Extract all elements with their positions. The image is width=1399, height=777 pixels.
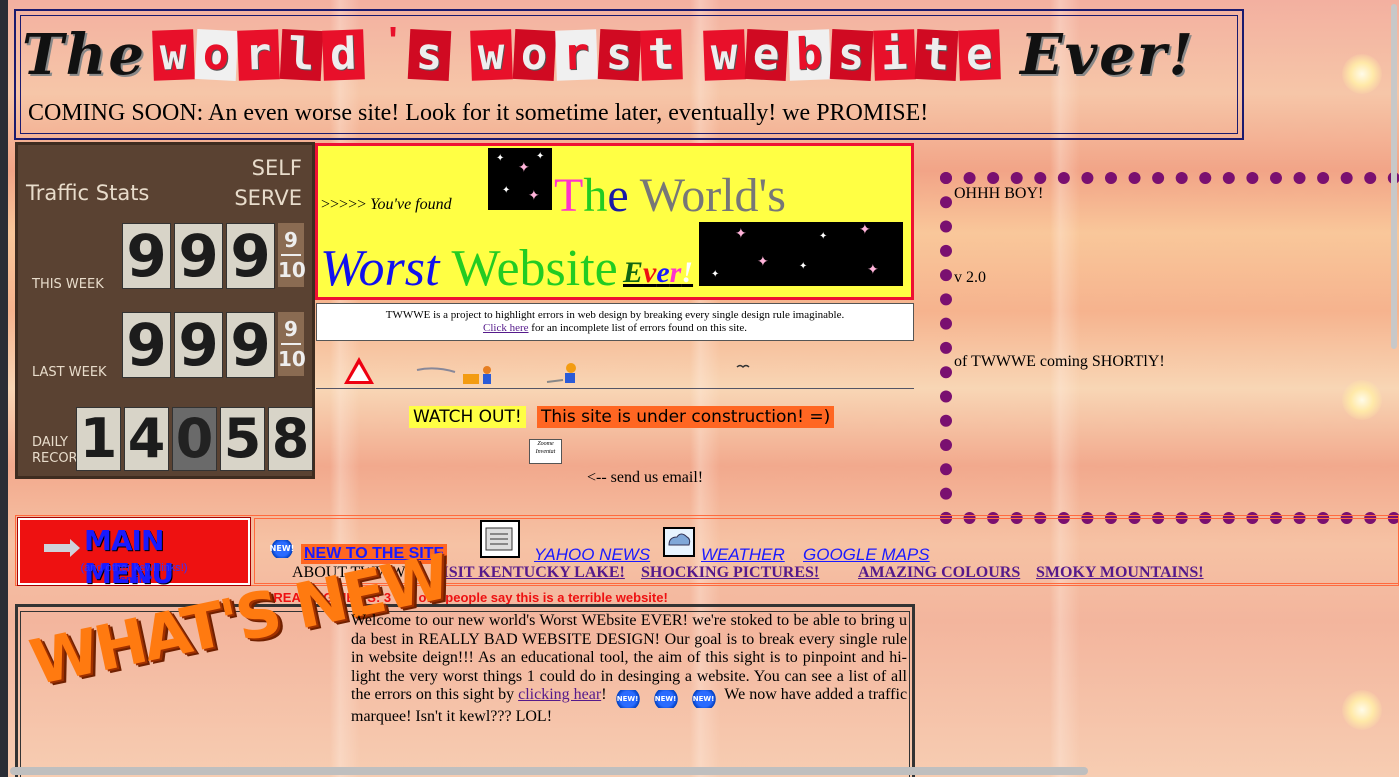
watch-out-label: WATCH OUT!: [409, 406, 526, 428]
construction-worker-icon: [416, 366, 491, 384]
last-week-label: LAST WEEK: [32, 365, 107, 380]
main-menu-button[interactable]: MAIN MENU (and other kewl links!) *smile…: [18, 518, 250, 590]
send-email-text: <-- send us email!: [587, 469, 704, 486]
announcement-line1: OHHH BOY!: [954, 185, 1044, 202]
nav-weather[interactable]: WEATHER: [701, 545, 785, 565]
divider: [316, 388, 914, 389]
sun-decoration: [1342, 54, 1382, 94]
nav-yahoo-news[interactable]: YAHOO NEWS: [534, 545, 650, 565]
arrow-right-icon: [44, 539, 80, 557]
found-text: >>>>> You've found: [321, 196, 452, 213]
warning-sign-icon: [344, 357, 374, 384]
logo-word-website: website: [702, 28, 1001, 82]
whats-new-text: Welcome to our new world's Worst WEbsite…: [351, 612, 908, 725]
dotted-announcement-box: [940, 172, 1399, 524]
title-banner: >>>>> You've found ✦ ✦ ✦ ✦ ✦ The World's Wor…: [315, 143, 914, 300]
title-line2: Worst Website: [320, 240, 618, 297]
nav-kentucky-lake[interactable]: VISIT KENTUCKY LAKE!: [431, 564, 625, 582]
weather-icon: [663, 527, 695, 557]
logo-word-s: s: [407, 28, 451, 82]
sparkle-image: ✦ ✦ ✦ ✦ ✦ ✦ ✦: [699, 222, 903, 286]
traffic-stats-panel: Traffic Stats SELF SERVE THIS WEEK 9 9 9…: [15, 142, 315, 479]
announcement-line2: v 2.0: [954, 269, 986, 286]
new-badge-icon: NEW!: [648, 690, 683, 708]
construction-worker-icon: [546, 363, 576, 383]
announcement-line3: of TWWWE coming SHORTlY!: [954, 353, 1165, 370]
about-project-text: TWWWE is a project to highlight errors i…: [385, 309, 845, 321]
new-badge-icon: NEW!: [267, 540, 297, 558]
title-line1: The World's: [554, 169, 786, 222]
window-edge: [0, 0, 8, 777]
email-icon[interactable]: Zoome Inventat: [529, 439, 562, 464]
self-serve-label: SELF SERVE: [234, 156, 302, 210]
new-badge-icon: NEW!: [686, 690, 721, 708]
horizontal-scrollbar[interactable]: [10, 767, 1088, 775]
logo-the: The: [22, 22, 147, 88]
vertical-scrollbar[interactable]: [1391, 4, 1397, 349]
title-ever: Ever!: [623, 256, 694, 289]
coming-soon-text: COMING SOON: An even worse site! Look fo…: [28, 100, 929, 126]
clicking-hear-link[interactable]: clicking hear: [518, 686, 601, 703]
logo-apostrophe: ': [388, 20, 398, 62]
traffic-stats-title: Traffic Stats: [26, 181, 150, 205]
new-badge-icon: NEW!: [610, 690, 645, 708]
about-project-box: TWWWE is a project to highlight errors i…: [316, 303, 914, 341]
main-menu-subtitle: (and other kewl links!) *smile*: [80, 562, 188, 586]
last-week-counter: 9 9 9 9 10: [122, 312, 306, 378]
nav-smoky-mountains[interactable]: SMOKY MOUNTAINS!: [1036, 564, 1204, 582]
nav-shocking-pictures[interactable]: SHOCKING PICTURES!: [641, 564, 819, 582]
site-logo: The world ' s worst website Ever!: [22, 20, 1195, 90]
newspaper-icon: [480, 520, 520, 558]
error-list-link[interactable]: Click here: [483, 322, 529, 334]
sun-decoration: [1342, 690, 1382, 730]
nav-amazing-colours[interactable]: AMAZING COLOURS: [858, 564, 1020, 582]
this-week-label: THIS WEEK: [32, 277, 104, 292]
this-week-counter: 9 9 9 9 10: [122, 223, 306, 289]
logo-word-world: world: [152, 28, 365, 82]
nav-google-maps[interactable]: GOOGLE MAPS: [803, 545, 930, 565]
logo-word-worst: worst: [470, 28, 683, 82]
daily-record-counter: 1 4 0 5 8: [76, 407, 313, 471]
under-construction-label: This site is under construction! =): [537, 406, 835, 428]
bird-icon: [736, 364, 750, 369]
logo-ever: Ever!: [1020, 22, 1195, 88]
sparkle-image: ✦ ✦ ✦ ✦ ✦: [488, 148, 552, 210]
